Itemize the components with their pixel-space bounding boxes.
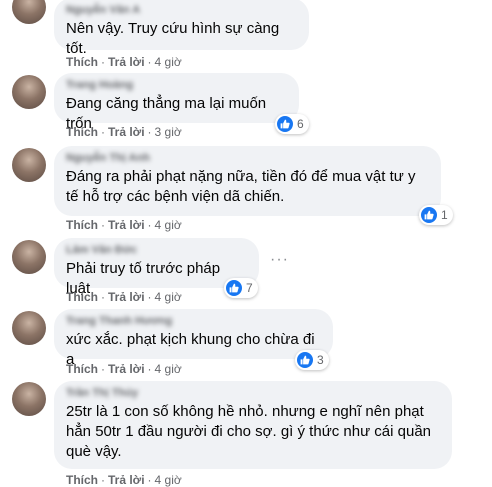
like-thumb-icon [226,280,242,296]
reply-button[interactable]: Trả lời [108,218,145,232]
reply-button[interactable]: Trả lời [108,362,145,376]
reply-button[interactable]: Trả lời [108,290,145,304]
like-button[interactable]: Thích [66,290,98,304]
comment-bubble: Nguyễn Thị Anh Đáng ra phải phạt nặng nữ… [54,146,441,216]
comment-author[interactable]: Nguyễn Thị Anh [66,152,429,165]
comment-actions: Thích · Trả lời · 4 giờ [66,218,182,232]
comment-text: 25tr là 1 con số không hề nhỏ. nhưng e n… [66,403,432,460]
separator: · [147,125,152,139]
separator: · [101,473,105,487]
reaction-count[interactable]: 1 [419,205,453,225]
comment-bubble: Trang Hoàng Đang căng thẳng ma lại muốn … [54,73,299,132]
comment-author[interactable]: Nguyễn Văn A [66,4,297,17]
separator: · [147,473,152,487]
comment-text: Đáng ra phải phạt nặng nữa, tiền đó để m… [66,168,416,205]
comment-time[interactable]: 4 giờ [155,290,182,304]
separator: · [101,290,105,304]
comment-text: Nên vậy. Truy cứu hình sự càng tốt. [66,20,280,57]
comment-time[interactable]: 3 giờ [155,125,182,139]
comment-bubble: Trần Thị Thúy 25tr là 1 con số không hề … [54,381,452,469]
reply-button[interactable]: Trả lời [108,125,145,139]
like-button[interactable]: Thích [66,473,98,487]
reaction-number: 7 [246,281,253,295]
comment-time[interactable]: 4 giờ [155,218,182,232]
like-button[interactable]: Thích [66,55,98,69]
separator: · [101,218,105,232]
separator: · [147,218,152,232]
comment-author[interactable]: Trần Thị Thúy [66,387,440,400]
comment-bubble: Nguyễn Văn A Nên vậy. Truy cứu hình sự c… [54,0,309,57]
comment-actions: Thích · Trả lời · 4 giờ [66,362,182,376]
comment-author[interactable]: Trang Hoàng [66,79,287,92]
reaction-count[interactable]: 7 [224,278,258,298]
comment-actions: Thích · Trả lời · 4 giờ [66,55,182,69]
like-thumb-icon [297,352,313,368]
reaction-count[interactable]: 3 [295,350,329,370]
comment-time[interactable]: 4 giờ [155,362,182,376]
reaction-count[interactable]: 6 [275,114,309,134]
comment-author[interactable]: Lâm Văn Đức [66,244,247,257]
comment-author[interactable]: Trang Thanh Hương [66,315,321,328]
avatar[interactable] [12,75,46,109]
reaction-number: 6 [297,117,304,131]
avatar[interactable] [12,311,46,345]
separator: · [147,362,152,376]
comment-time[interactable]: 4 giờ [155,55,182,69]
separator: · [101,362,105,376]
like-button[interactable]: Thích [66,125,98,139]
reaction-number: 1 [441,208,448,222]
like-thumb-icon [421,207,437,223]
avatar[interactable] [12,382,46,416]
like-button[interactable]: Thích [66,218,98,232]
reaction-number: 3 [317,353,324,367]
comment-bubble: Trang Thanh Hương xức xắc. phạt kịch khu… [54,309,333,368]
like-button[interactable]: Thích [66,362,98,376]
separator: · [101,55,105,69]
avatar[interactable] [12,148,46,182]
comment-actions: Thích · Trả lời · 4 giờ [66,290,182,304]
like-thumb-icon [277,116,293,132]
comment-actions: Thích · Trả lời · 4 giờ [66,473,182,487]
reply-button[interactable]: Trả lời [108,55,145,69]
comment-time[interactable]: 4 giờ [155,473,182,487]
separator: · [147,55,152,69]
more-horiz-icon[interactable]: ··· [270,251,289,269]
avatar[interactable] [12,0,46,24]
reply-button[interactable]: Trả lời [108,473,145,487]
separator: · [101,125,105,139]
avatar[interactable] [12,240,46,274]
separator: · [147,290,152,304]
comment-actions: Thích · Trả lời · 3 giờ [66,125,182,139]
